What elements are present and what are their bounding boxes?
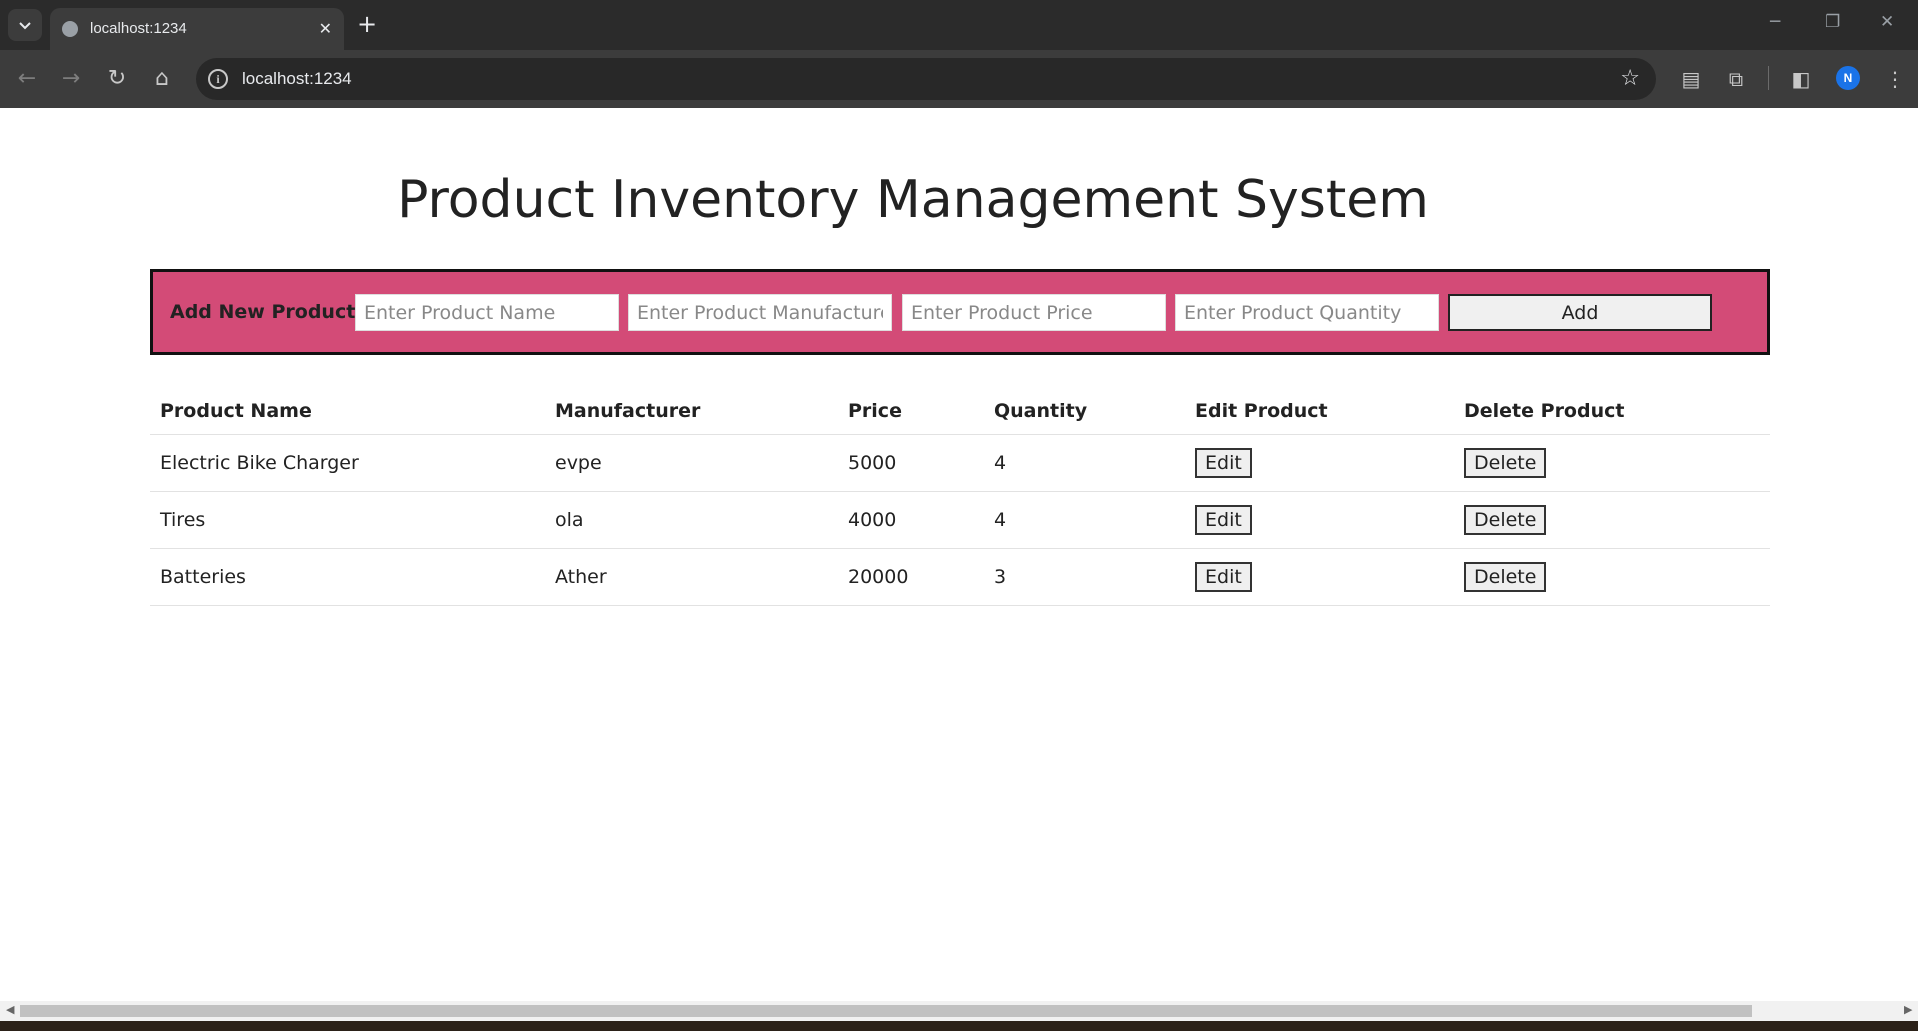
cell-quantity: 4 xyxy=(984,490,1185,548)
cell-delete: Delete xyxy=(1454,433,1770,491)
cell-manufacturer: Ather xyxy=(545,547,838,606)
back-arrow-icon[interactable]: ← xyxy=(12,64,42,94)
info-icon[interactable]: i xyxy=(208,69,228,89)
cast-icon[interactable]: ▤ xyxy=(1676,64,1706,94)
scrollbar-thumb[interactable] xyxy=(20,1005,1752,1017)
header-delete-product: Delete Product xyxy=(1464,399,1625,422)
product-quantity-input[interactable] xyxy=(1175,294,1439,331)
cell-manufacturer: ola xyxy=(545,490,838,548)
edit-button[interactable]: Edit xyxy=(1195,447,1252,478)
delete-button[interactable]: Delete xyxy=(1464,561,1547,592)
cell-manufacturer: evpe xyxy=(545,433,838,491)
cell-price: 5000 xyxy=(838,433,984,491)
sidepanel-icon[interactable]: ◧ xyxy=(1786,64,1816,94)
desktop-strip xyxy=(0,1021,1918,1031)
reload-icon[interactable]: ↻ xyxy=(102,64,132,94)
header-product-name: Product Name xyxy=(160,399,312,422)
product-table: Product Name Manufacturer Price Quantity… xyxy=(150,388,1770,606)
avatar[interactable]: N xyxy=(1836,66,1860,90)
cell-edit: Edit xyxy=(1185,547,1454,606)
toolbar-separator xyxy=(1768,66,1769,90)
cell-product-name: Tires xyxy=(150,490,545,548)
cell-edit: Edit xyxy=(1185,490,1454,548)
page-content: Product Inventory Management System Add … xyxy=(0,108,1918,1001)
add-product-button[interactable]: Add xyxy=(1448,294,1712,331)
delete-button[interactable]: Delete xyxy=(1464,447,1547,478)
delete-button[interactable]: Delete xyxy=(1464,504,1547,535)
scroll-right-icon[interactable]: ▶ xyxy=(1904,1003,1912,1016)
new-tab-button[interactable]: + xyxy=(352,10,382,40)
page-title: Product Inventory Management System xyxy=(397,170,1429,230)
add-product-label: Add New Product: xyxy=(170,301,363,323)
home-icon[interactable]: ⌂ xyxy=(147,64,177,94)
tab-search-button[interactable] xyxy=(8,9,42,41)
cell-price: 4000 xyxy=(838,490,984,548)
kebab-menu-icon[interactable]: ⋮ xyxy=(1880,64,1910,94)
header-manufacturer: Manufacturer xyxy=(555,399,701,422)
table-row: Batteries Ather 20000 3 Edit Delete xyxy=(150,547,1770,606)
header-price: Price xyxy=(848,399,902,422)
browser-tab[interactable]: localhost:1234 ✕ xyxy=(50,8,344,50)
horizontal-scrollbar[interactable]: ◀ ▶ xyxy=(0,1001,1918,1021)
edit-button[interactable]: Edit xyxy=(1195,561,1252,592)
table-header-row: Product Name Manufacturer Price Quantity… xyxy=(150,388,1770,434)
product-price-input[interactable] xyxy=(902,294,1166,331)
cell-product-name: Electric Bike Charger xyxy=(150,433,545,491)
close-window-icon[interactable]: ✕ xyxy=(1880,12,1894,32)
address-bar[interactable]: i localhost:1234 ☆ xyxy=(196,58,1656,100)
tab-title: localhost:1234 xyxy=(90,20,187,37)
cell-quantity: 4 xyxy=(984,433,1185,491)
scroll-left-icon[interactable]: ◀ xyxy=(6,1003,14,1016)
edit-button[interactable]: Edit xyxy=(1195,504,1252,535)
url-text[interactable]: localhost:1234 xyxy=(242,69,352,89)
cell-edit: Edit xyxy=(1185,433,1454,491)
cell-price: 20000 xyxy=(838,547,984,606)
star-icon[interactable]: ☆ xyxy=(1620,66,1640,91)
header-quantity: Quantity xyxy=(994,399,1088,422)
chevron-down-icon xyxy=(19,22,31,30)
browser-tab-bar: localhost:1234 ✕ + ─ ❐ ✕ xyxy=(0,0,1918,50)
table-row: Electric Bike Charger evpe 5000 4 Edit D… xyxy=(150,433,1770,491)
globe-icon xyxy=(62,21,78,37)
cell-delete: Delete xyxy=(1454,490,1770,548)
cell-delete: Delete xyxy=(1454,547,1770,606)
browser-toolbar: ← → ↻ ⌂ i localhost:1234 ☆ ▤ ⧉ ◧ ⋮ xyxy=(0,50,1918,108)
add-product-panel: Add New Product: Add xyxy=(150,269,1770,355)
cell-quantity: 3 xyxy=(984,547,1185,606)
forward-arrow-icon[interactable]: → xyxy=(56,64,86,94)
minimize-icon[interactable]: ─ xyxy=(1770,12,1780,32)
tab-close-icon[interactable]: ✕ xyxy=(319,19,332,38)
cell-product-name: Batteries xyxy=(150,547,545,606)
product-name-input[interactable] xyxy=(355,294,619,331)
table-row: Tires ola 4000 4 Edit Delete xyxy=(150,490,1770,548)
product-manufacturer-input[interactable] xyxy=(628,294,892,331)
header-edit-product: Edit Product xyxy=(1195,399,1328,422)
puzzle-icon[interactable]: ⧉ xyxy=(1721,64,1751,94)
restore-icon[interactable]: ❐ xyxy=(1825,12,1840,32)
